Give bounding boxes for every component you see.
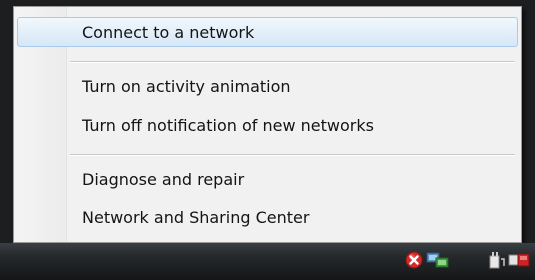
menu-item-diagnose-and-repair[interactable]: Diagnose and repair	[17, 164, 518, 194]
menu-item-turn-off-notification[interactable]: Turn off notification of new networks	[17, 110, 518, 140]
menu-item-label: Turn on activity animation	[82, 76, 291, 96]
menu-item-network-and-sharing-center[interactable]: Network and Sharing Center	[17, 202, 518, 232]
menu-item-turn-on-activity-animation[interactable]: Turn on activity animation	[17, 71, 518, 101]
desktop: Connect to a network Turn on activity an…	[0, 0, 535, 280]
menu-item-label: Turn off notification of new networks	[82, 115, 374, 135]
network-error-icon[interactable]	[404, 250, 424, 270]
volume-icon[interactable]	[508, 250, 530, 270]
power-icon[interactable]	[486, 250, 506, 270]
menu-item-label: Diagnose and repair	[82, 169, 245, 189]
taskbar	[0, 243, 535, 280]
menu-separator	[70, 61, 515, 63]
network-icon[interactable]	[426, 250, 450, 270]
menu-item-connect-to-network[interactable]: Connect to a network	[17, 17, 518, 47]
network-context-menu: Connect to a network Turn on activity an…	[13, 6, 522, 243]
menu-separator	[70, 154, 515, 156]
menu-item-label: Connect to a network	[82, 22, 255, 42]
menu-item-label: Network and Sharing Center	[82, 207, 310, 227]
